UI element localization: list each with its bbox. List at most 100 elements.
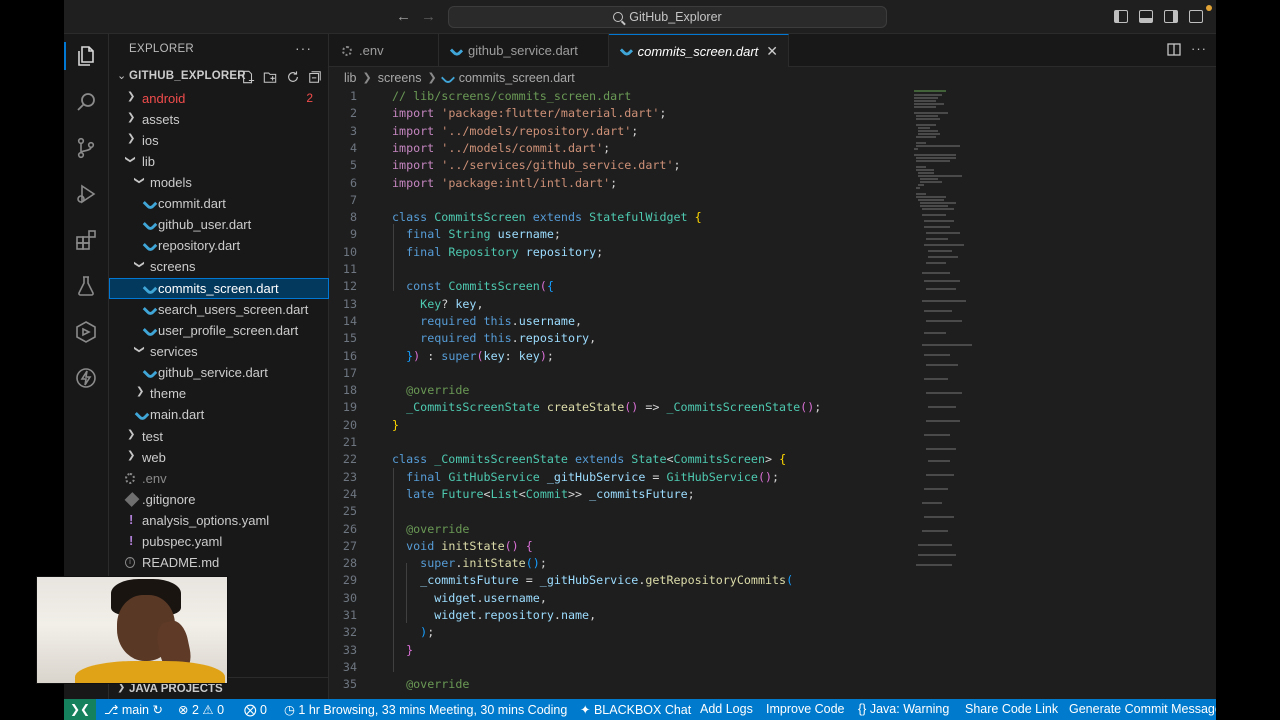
tree-folder-web[interactable]: ❯ web [109,447,329,468]
tree-file-repository[interactable]: repository.dart [109,235,329,256]
generate-commit-message-button[interactable]: Generate Commit Message [1069,702,1216,716]
chevron-down-icon: ❯ [133,260,145,269]
tree-file-analysis-options[interactable]: ! analysis_options.yaml [109,510,329,531]
error-count-badge: 2 [306,91,313,105]
tree-file-readme[interactable]: i README.md [109,552,329,573]
problems-indicator[interactable]: ⊗ 2 ⚠ 0 [178,702,224,717]
code-line: 35 @override [342,677,470,692]
settings-file-icon [125,473,135,484]
add-logs-button[interactable]: Add Logs [700,702,753,716]
tree-label: lib [142,154,156,169]
title-bar: ← → GitHub_Explorer [64,0,1216,34]
chevron-down-icon: ❯ [133,176,145,185]
chevron-right-icon: ❯ [136,386,145,397]
tree-file-pubspec[interactable]: ! pubspec.yaml [109,531,329,552]
tree-label: ios [142,133,159,148]
arrow-right-icon[interactable]: → [421,8,436,26]
tree-folder-lib[interactable]: ❯ lib [109,151,329,172]
dart-file-icon [449,43,464,58]
blackbox-chat-button[interactable]: ✦ BLACKBOX Chat [580,702,691,717]
testing-icon[interactable] [74,274,98,298]
vscode-window: ← → GitHub_Explorer EXPLORER ··· ⌄ GITHU… [64,0,1216,720]
tree-folder-theme[interactable]: ❯ theme [109,383,329,404]
dart-file-icon [142,217,158,232]
improve-code-button[interactable]: Improve Code [766,702,845,716]
code-line: 34 [342,659,357,674]
tree-label: .gitignore [142,492,196,507]
code-line: 32 ); [342,625,435,640]
toggle-primary-sidebar-icon[interactable] [1114,10,1128,23]
breadcrumb-item[interactable]: commits_screen.dart [459,71,575,85]
breadcrumb-item[interactable]: lib [344,71,357,85]
tree-folder-screens[interactable]: ❯ screens [109,256,329,277]
extensions-icon[interactable] [74,228,98,252]
tree-label: web [142,450,166,465]
tree-file-github-service[interactable]: github_service.dart [109,362,329,383]
explorer-icon[interactable] [74,44,98,68]
more-actions-icon[interactable]: ··· [1191,41,1207,56]
tree-file-main[interactable]: main.dart [109,404,329,425]
share-code-link-button[interactable]: Share Code Link [965,702,1058,716]
sidebar-title: EXPLORER [129,43,195,55]
tree-folder-models[interactable]: ❯ models [109,172,329,193]
ports-indicator[interactable]: ⨂ 0 [244,702,267,717]
minimap[interactable] [914,88,1004,588]
tab-github-service[interactable]: github_service.dart [439,34,609,67]
tree-folder-ios[interactable]: ❯ ios [109,130,329,151]
customize-layout-icon[interactable] [1189,10,1203,23]
java-icon: {} [858,702,867,716]
tree-file-commits-screen[interactable]: commits_screen.dart [109,278,329,299]
java-status[interactable]: {} Java: Warning [858,702,949,716]
refresh-icon[interactable] [286,70,300,84]
toggle-secondary-sidebar-icon[interactable] [1164,10,1178,23]
tree-folder-test[interactable]: ❯ test [109,426,329,447]
tree-file-search-users-screen[interactable]: search_users_screen.dart [109,299,329,320]
branch-indicator[interactable]: ⎇ main ↻ [104,702,163,717]
tab-commits-screen[interactable]: commits_screen.dart ✕ [609,34,789,67]
activity-summary: 1 hr Browsing, 33 mins Meeting, 30 mins … [298,703,568,717]
tree-file-github-user[interactable]: github_user.dart [109,214,329,235]
remote-indicator-icon[interactable]: ❯❮ [64,699,96,720]
close-tab-icon[interactable]: ✕ [766,43,778,60]
new-file-icon[interactable] [241,70,255,84]
yaml-file-icon: ! [129,512,134,527]
git-file-icon [124,492,140,507]
lightning-icon[interactable] [74,366,98,390]
chevron-right-icon: ❯ [127,450,136,461]
activity-tracker[interactable]: ◷ 1 hr Browsing, 33 mins Meeting, 30 min… [284,702,567,717]
remote-explorer-icon[interactable] [74,320,98,344]
tree-folder-android[interactable]: ❯ android 2 [109,88,329,109]
code-editor[interactable]: 1// lib/screens/commits_screen.dart 2 imp… [329,88,1216,699]
tab-env[interactable]: .env [329,34,439,67]
tree-file-gitignore[interactable]: .gitignore [109,489,329,510]
code-line: 30 widget.username, [342,590,547,605]
search-icon[interactable] [74,90,98,114]
run-debug-icon[interactable] [74,182,98,206]
tree-folder-assets[interactable]: ❯ assets [109,109,329,130]
tree-label: commits_screen.dart [158,281,279,296]
arrow-left-icon[interactable]: ← [396,8,411,26]
sync-icon[interactable]: ↻ [152,703,162,717]
breadcrumb-item[interactable]: screens [378,71,422,85]
more-actions-icon[interactable]: ··· [295,40,312,56]
tree-label: models [150,175,192,190]
dart-file-icon [142,302,158,317]
tree-file-user-profile-screen[interactable]: user_profile_screen.dart [109,320,329,341]
tree-folder-services[interactable]: ❯ services [109,341,329,362]
toggle-panel-icon[interactable] [1139,10,1153,23]
chevron-right-icon: ❯ [127,91,136,102]
editor-tabs: .env github_service.dart commits_screen.… [329,34,1216,67]
tree-label: assets [142,112,180,127]
source-control-icon[interactable] [74,136,98,160]
split-editor-icon[interactable] [1167,43,1181,59]
workspace-root-label: GITHUB_EXPLORER [129,70,246,82]
status-bar: ❯❮ ⎇ main ↻ ⊗ 2 ⚠ 0 ⨂ 0 ◷ 1 hr Browsing,… [64,699,1216,720]
tree-file-commit[interactable]: commit.dart [109,193,329,214]
workspace-root[interactable]: ⌄ GITHUB_EXPLORER [109,67,329,88]
tree-file-env[interactable]: .env [109,468,329,489]
tab-label: .env [359,43,384,58]
code-line: 31 widget.repository.name, [342,608,597,622]
collapse-all-icon[interactable] [308,70,322,84]
new-folder-icon[interactable] [263,70,277,84]
command-center[interactable]: GitHub_Explorer [448,6,887,28]
